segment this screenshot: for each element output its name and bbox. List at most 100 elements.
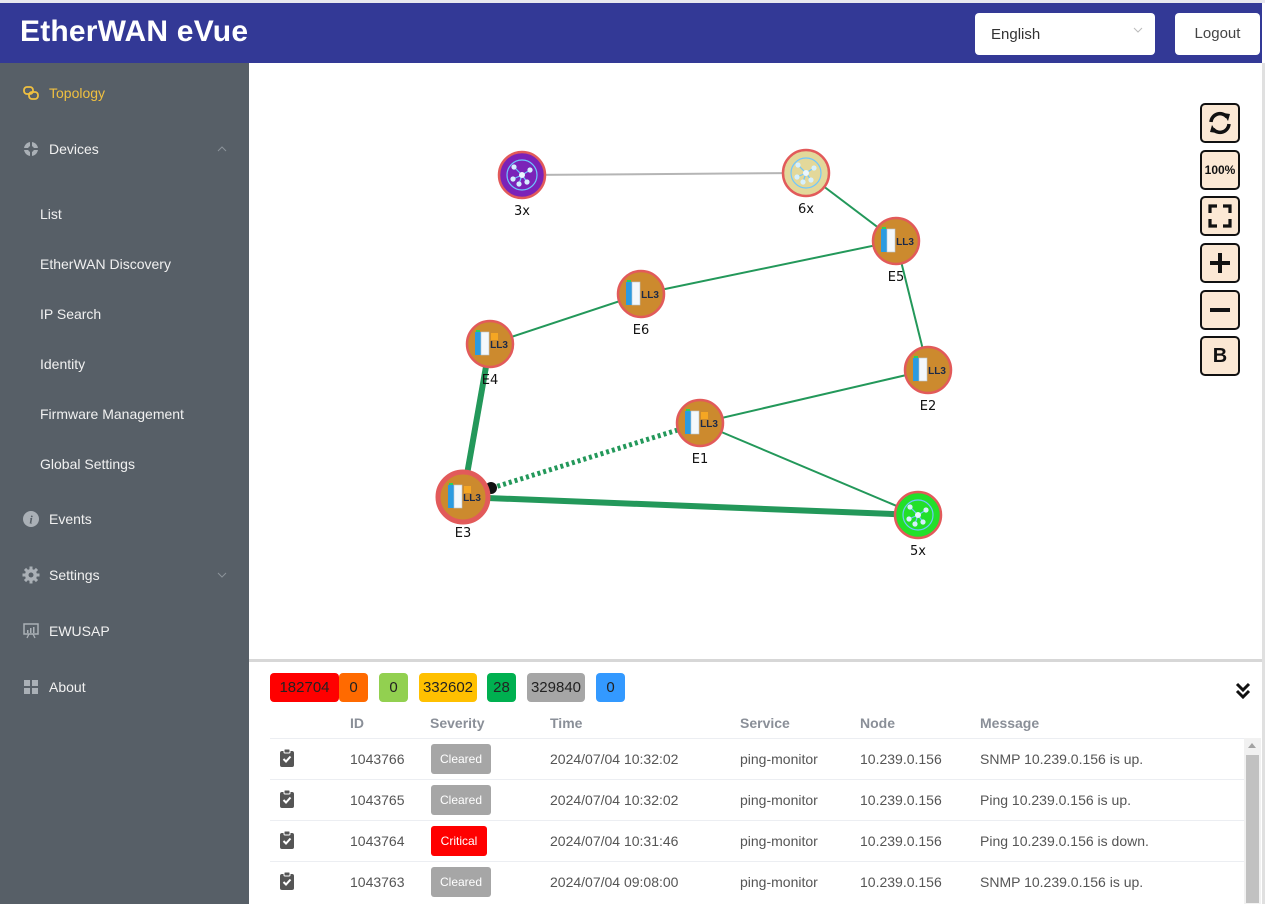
events-panel: 182704 0 0 332602 28 329840 0 ID Severity Time… [249,662,1262,904]
device-type-badge: LL3 [928,366,946,377]
sidebar-item-global-settings[interactable]: Global Settings [0,444,249,484]
severity-counter[interactable]: 0 [596,673,625,702]
topology-graph[interactable]: 3x 6x 5x LL3 E1 LL3 E2 LL3 E3 LL3 E4 LL3 E5 LL3 E6 [249,63,1262,659]
zoom-in-button[interactable] [1200,243,1240,283]
column-header-id[interactable]: ID [350,715,364,731]
severity-counter[interactable]: 28 [487,673,516,702]
severity-counter[interactable]: 182704 [270,673,339,702]
event-time: 2024/07/04 10:32:02 [550,792,679,808]
topology-link[interactable] [699,422,919,516]
node-label: E1 [692,452,709,467]
device-type-badge: LL3 [641,290,659,301]
severity-counter[interactable]: 332602 [419,673,477,702]
event-id: 1043764 [350,833,405,849]
sidebar-item-topology[interactable]: Topology [0,73,249,113]
sidebar-item-list[interactable]: List [0,194,249,234]
sidebar-item-devices[interactable]: Devices [0,129,249,169]
fit-view-button[interactable] [1200,196,1240,236]
severity-counter[interactable]: 329840 [527,673,585,702]
collapse-panel-icon[interactable] [1235,682,1251,700]
topology-link[interactable] [462,494,919,518]
event-service: ping-monitor [740,833,818,849]
sidebar-item-events[interactable]: i Events [0,499,249,539]
event-message: SNMP 10.239.0.156 is up. [980,874,1144,890]
topology-node[interactable]: LL3 E6 [616,269,666,338]
event-node: 10.239.0.156 [860,874,942,890]
severity-badge: Critical [431,826,487,856]
app-title: EtherWAN eVue [20,15,249,48]
column-header-service[interactable]: Service [740,715,790,731]
event-id: 1043763 [350,874,405,890]
topology-canvas[interactable]: 3x 6x 5x LL3 E1 LL3 E2 LL3 E3 LL3 E4 LL3 E5 LL3 E6 100… [249,63,1262,659]
acknowledge-clipboard-icon[interactable] [279,830,295,850]
topology-link[interactable] [699,369,929,424]
scrollbar-thumb[interactable] [1246,755,1259,903]
acknowledge-clipboard-icon[interactable] [279,789,295,809]
severity-counter[interactable]: 0 [379,673,408,702]
topology-node[interactable]: 5x [893,490,943,559]
bold-toggle-button[interactable]: B [1200,336,1240,376]
topology-node[interactable]: LL3 E2 [903,345,953,414]
sidebar-item-etherwan-discovery[interactable]: EtherWAN Discovery [0,244,249,284]
topology-link[interactable] [462,420,701,500]
sidebar-item-ip-search[interactable]: IP Search [0,294,249,334]
topology-node[interactable]: LL3 E3 [435,469,491,541]
acknowledge-clipboard-icon[interactable] [279,748,295,768]
node-label: E6 [633,323,650,338]
column-header-message[interactable]: Message [980,715,1039,731]
event-message: SNMP 10.239.0.156 is up. [980,751,1144,767]
sidebar-item-label: Devices [49,141,99,157]
sidebar-item-settings[interactable]: Settings [0,555,249,595]
severity-badge: Cleared [431,867,491,897]
acknowledge-clipboard-icon[interactable] [279,871,295,891]
topology-node[interactable]: LL3 E4 [465,319,515,388]
scroll-up-arrow-icon[interactable] [1248,743,1256,748]
topology-node[interactable]: LL3 E1 [675,398,725,467]
table-row[interactable]: 1043763 Cleared 2024/07/04 09:08:00 ping-mo… [270,861,1245,902]
gear-icon [22,566,40,584]
events-scrollbar[interactable] [1244,738,1261,904]
refresh-icon [1209,111,1231,135]
event-id: 1043765 [350,792,405,808]
logout-button[interactable]: Logout [1175,13,1260,55]
severity-badge: Cleared [431,785,491,815]
sidebar-item-firmware-management[interactable]: Firmware Management [0,394,249,434]
node-label: 3x [514,204,530,219]
column-header-time[interactable]: Time [550,715,582,731]
chevron-down-icon [1133,27,1143,33]
topology-link[interactable] [640,240,897,295]
zoom-reset-button[interactable]: 100% [1200,150,1240,190]
column-header-node[interactable]: Node [860,715,895,731]
chevron-down-icon [217,572,227,578]
table-row[interactable]: 1043764 Critical 2024/07/04 10:31:46 ping-m… [270,820,1245,861]
event-message: Ping 10.239.0.156 is up. [980,792,1132,808]
sidebar-item-ewusap[interactable]: EWUSAP [0,611,249,651]
node-label: E2 [920,399,937,414]
topology-link[interactable] [521,172,807,176]
device-type-badge: LL3 [896,237,914,248]
table-row[interactable]: 1043765 Cleared 2024/07/04 10:32:02 ping-mo… [270,779,1245,820]
zoom-out-button[interactable] [1200,290,1240,330]
event-time: 2024/07/04 10:32:02 [550,751,679,767]
event-id: 1043766 [350,751,405,767]
switch-device-icon [626,280,641,306]
sidebar-item-identity[interactable]: Identity [0,344,249,384]
sidebar-item-label: EtherWAN Discovery [40,256,171,272]
node-label: 6x [798,202,814,217]
topology-node[interactable]: 3x [497,150,547,219]
grid-icon [24,680,38,694]
topology-node[interactable]: LL3 E5 [871,216,921,285]
refresh-button[interactable] [1200,103,1240,143]
severity-counter[interactable]: 0 [339,673,368,702]
sidebar-item-about[interactable]: About [0,667,249,707]
minus-icon [1210,308,1230,312]
sidebar-item-label: About [49,679,86,695]
table-row[interactable]: 1043766 Cleared 2024/07/04 10:32:02 ping-mo… [270,738,1245,779]
sidebar-item-label: Topology [49,85,106,101]
sidebar-item-label: EWUSAP [49,623,110,639]
topology-node[interactable]: 6x [781,148,831,217]
language-select[interactable]: English [975,13,1155,55]
column-header-severity[interactable]: Severity [430,715,484,731]
device-type-badge: LL3 [463,493,481,504]
event-time: 2024/07/04 09:08:00 [550,874,679,890]
